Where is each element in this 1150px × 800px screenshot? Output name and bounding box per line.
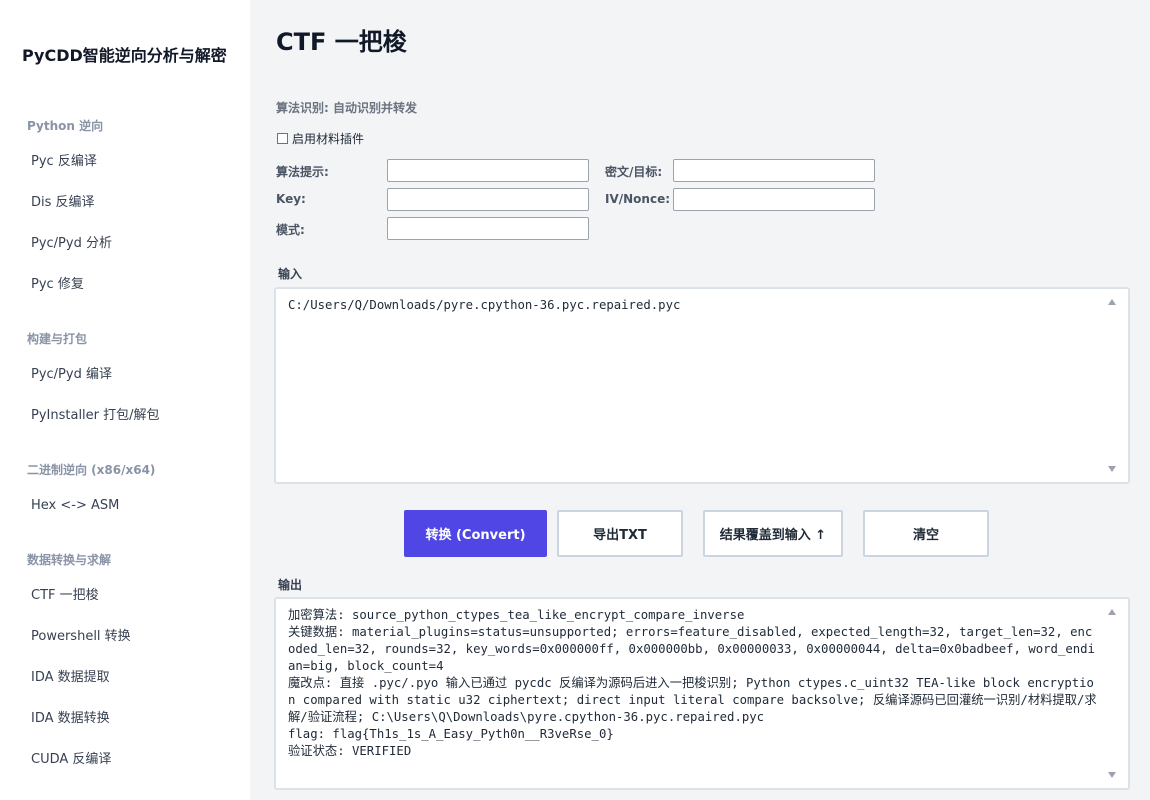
algo-hint-input[interactable] — [387, 159, 589, 182]
plugin-checkbox[interactable] — [277, 133, 288, 144]
cipher-label: 密文/目标: — [605, 165, 663, 179]
sidebar-item-ctf[interactable]: CTF 一把梭 — [0, 575, 250, 616]
sidebar-item-pyc-pyd-compile[interactable]: Pyc/Pyd 编译 — [0, 354, 250, 395]
page-title: CTF 一把梭 — [276, 28, 407, 56]
nav-group-python: Python 逆向 Pyc 反编译 Dis 反编译 Pyc/Pyd 分析 Pyc… — [0, 116, 250, 305]
mode-label: 模式: — [276, 223, 305, 237]
overwrite-input-button[interactable]: 结果覆盖到输入 ↑ — [703, 510, 843, 557]
input-scrollbar[interactable] — [1106, 295, 1118, 476]
output-label: 输出 — [278, 578, 303, 592]
nav-group-data: 数据转换与求解 CTF 一把梭 Powershell 转换 IDA 数据提取 I… — [0, 550, 250, 780]
nav-group-label: 构建与打包 — [27, 332, 88, 346]
sidebar: PyCDD智能逆向分析与解密 Python 逆向 Pyc 反编译 Dis 反编译… — [0, 0, 250, 800]
algo-detect-status: 算法识别: 自动识别并转发 — [276, 101, 417, 115]
output-textarea[interactable]: 加密算法: source_python_ctypes_tea_like_encr… — [274, 597, 1130, 790]
iv-label: IV/Nonce: — [605, 192, 671, 206]
nav-group-label: 数据转换与求解 — [27, 553, 112, 567]
export-txt-button[interactable]: 导出TXT — [557, 510, 683, 557]
clear-button[interactable]: 清空 — [863, 510, 989, 557]
nav-group-label: Python 逆向 — [27, 119, 104, 133]
key-label: Key: — [276, 192, 306, 206]
sidebar-item-cuda[interactable]: CUDA 反编译 — [0, 739, 250, 780]
nav-group-label: 二进制逆向 (x86/x64) — [27, 463, 156, 477]
sidebar-item-pyinstaller[interactable]: PyInstaller 打包/解包 — [0, 395, 250, 436]
output-text: 加密算法: source_python_ctypes_tea_like_encr… — [288, 608, 1097, 758]
input-label: 输入 — [278, 267, 303, 281]
app-title: PyCDD智能逆向分析与解密 — [22, 46, 227, 65]
nav-group-binary: 二进制逆向 (x86/x64) Hex <-> ASM — [0, 460, 250, 526]
sidebar-item-pyc-decompile[interactable]: Pyc 反编译 — [0, 141, 250, 182]
scroll-up-icon[interactable] — [1108, 609, 1116, 615]
sidebar-item-pyc-pyd-analysis[interactable]: Pyc/Pyd 分析 — [0, 223, 250, 264]
sidebar-item-pyc-repair[interactable]: Pyc 修复 — [0, 264, 250, 305]
scroll-down-icon[interactable] — [1108, 772, 1116, 778]
output-scrollbar[interactable] — [1106, 605, 1118, 782]
input-text: C:/Users/Q/Downloads/pyre.cpython-36.pyc… — [288, 298, 681, 312]
plugin-checkbox-row[interactable]: 启用材料插件 — [277, 130, 364, 147]
sidebar-item-dis-decompile[interactable]: Dis 反编译 — [0, 182, 250, 223]
sidebar-item-powershell[interactable]: Powershell 转换 — [0, 616, 250, 657]
plugin-checkbox-label: 启用材料插件 — [292, 132, 365, 146]
mode-input[interactable] — [387, 217, 589, 240]
scroll-up-icon[interactable] — [1108, 299, 1116, 305]
algo-hint-label: 算法提示: — [276, 165, 329, 179]
iv-input[interactable] — [673, 188, 875, 211]
cipher-input[interactable] — [673, 159, 875, 182]
sidebar-item-ida-extract[interactable]: IDA 数据提取 — [0, 657, 250, 698]
nav-group-build: 构建与打包 Pyc/Pyd 编译 PyInstaller 打包/解包 — [0, 329, 250, 436]
convert-button[interactable]: 转换 (Convert) — [404, 510, 547, 557]
sidebar-item-hex-asm[interactable]: Hex <-> ASM — [0, 485, 250, 526]
sidebar-item-ida-convert[interactable]: IDA 数据转换 — [0, 698, 250, 739]
input-textarea[interactable]: C:/Users/Q/Downloads/pyre.cpython-36.pyc… — [274, 287, 1130, 484]
key-input[interactable] — [387, 188, 589, 211]
scroll-down-icon[interactable] — [1108, 466, 1116, 472]
